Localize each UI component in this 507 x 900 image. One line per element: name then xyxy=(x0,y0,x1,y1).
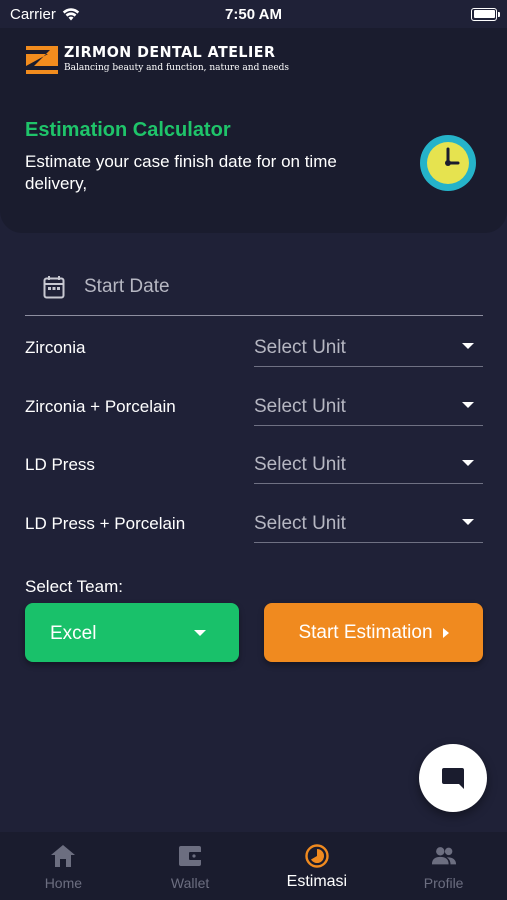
status-left: Carrier xyxy=(10,6,80,23)
team-label: Select Team: xyxy=(25,577,123,596)
unit-select-value: Select Unit xyxy=(254,396,346,417)
nav-label: Home xyxy=(44,875,83,891)
chat-button[interactable] xyxy=(419,744,487,812)
nav-item-estimasi[interactable]: Estimasi xyxy=(254,832,381,900)
page-description: Estimate your case finish date for on ti… xyxy=(25,152,337,193)
profile-icon xyxy=(431,847,456,865)
clock-icon xyxy=(420,135,476,191)
unit-select-value: Select Unit xyxy=(254,454,346,475)
unit-select-ld-press[interactable]: Select Unit xyxy=(254,444,483,484)
nav-label: Wallet xyxy=(170,875,210,891)
product-row-ld-press-porcelain: LD Press + Porcelain Select Unit xyxy=(25,503,483,543)
chat-icon xyxy=(442,768,464,789)
carrier-label: Carrier xyxy=(10,5,56,23)
arrow-right-icon xyxy=(442,627,449,638)
brand-tagline: Balancing beauty and function, nature an… xyxy=(64,63,290,73)
page-title: Estimation Calculator xyxy=(25,119,231,141)
unit-select-ld-press-porcelain[interactable]: Select Unit xyxy=(254,503,483,543)
wifi-icon xyxy=(62,7,80,20)
status-bar: Carrier 7:50 AM xyxy=(0,0,507,28)
product-row-zirconia-porcelain: Zirconia + Porcelain Select Unit xyxy=(25,386,483,426)
product-label: Zirconia xyxy=(25,338,86,357)
header-card: ZIRMON DENTAL ATELIER Balancing beauty a… xyxy=(0,28,507,233)
team-select[interactable]: Excel xyxy=(25,603,239,662)
unit-select-zirconia-porcelain[interactable]: Select Unit xyxy=(254,386,483,426)
start-estimation-label: Start Estimation xyxy=(298,621,433,643)
product-row-zirconia: Zirconia Select Unit xyxy=(25,327,483,367)
start-date-placeholder: Start Date xyxy=(84,275,170,297)
unit-select-zirconia[interactable]: Select Unit xyxy=(254,327,483,367)
brand-logo: ZIRMON DENTAL ATELIER Balancing beauty a… xyxy=(26,42,289,74)
nav-label: Profile xyxy=(423,875,464,891)
calendar-icon xyxy=(43,275,65,298)
start-estimation-button[interactable]: Start Estimation xyxy=(264,603,483,662)
team-select-value: Excel xyxy=(50,623,97,644)
product-label: LD Press xyxy=(25,455,95,474)
home-icon xyxy=(51,845,76,867)
unit-select-value: Select Unit xyxy=(254,337,346,358)
chevron-down-icon xyxy=(462,402,474,408)
chevron-down-icon xyxy=(462,460,474,466)
chevron-down-icon xyxy=(194,630,206,636)
estimasi-icon xyxy=(305,844,329,868)
logo-mark-icon xyxy=(26,42,58,74)
product-row-ld-press: LD Press Select Unit xyxy=(25,444,483,484)
nav-item-home[interactable]: Home xyxy=(0,832,127,900)
product-label: Zirconia + Porcelain xyxy=(25,397,176,416)
unit-select-value: Select Unit xyxy=(254,513,346,534)
chevron-down-icon xyxy=(462,519,474,525)
brand-name: ZIRMON DENTAL ATELIER xyxy=(64,43,276,61)
bottom-nav: Home Wallet Estimasi Profile xyxy=(0,832,507,900)
wallet-icon xyxy=(179,846,204,866)
nav-item-wallet[interactable]: Wallet xyxy=(127,832,254,900)
nav-label: Estimasi xyxy=(286,873,348,890)
battery-icon xyxy=(471,7,500,21)
logo-text: ZIRMON DENTAL ATELIER Balancing beauty a… xyxy=(64,43,289,73)
product-label: LD Press + Porcelain xyxy=(25,514,186,533)
nav-item-profile[interactable]: Profile xyxy=(380,832,507,900)
start-date-field[interactable]: Start Date xyxy=(25,258,483,316)
chevron-down-icon xyxy=(462,343,474,349)
